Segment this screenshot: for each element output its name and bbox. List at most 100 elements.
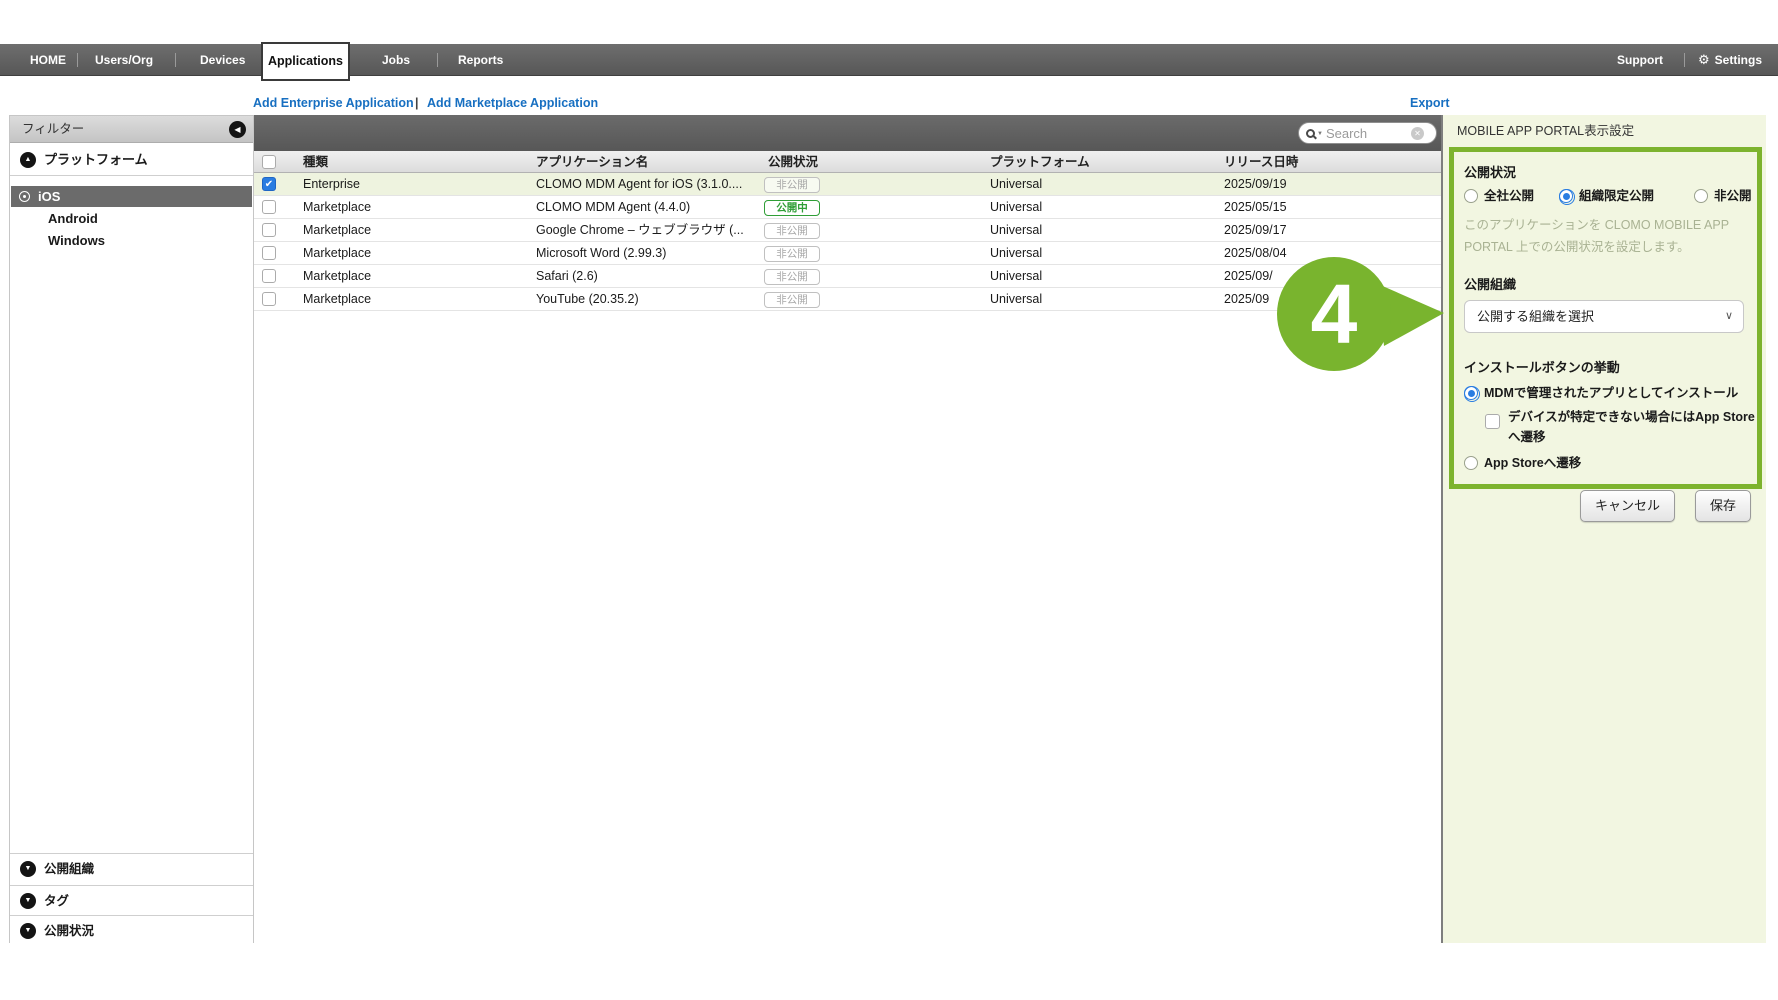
nav-tab-users-org[interactable]: Users/Org — [95, 44, 153, 76]
cancel-button[interactable]: キャンセル — [1580, 490, 1675, 522]
table-row[interactable]: Marketplace Microsoft Word (2.99.3) 非公開 … — [254, 242, 1441, 265]
radio-org-limited-label: 組織限定公開 — [1579, 189, 1654, 203]
table-row[interactable]: Marketplace YouTube (20.35.2) 非公開 Univer… — [254, 288, 1441, 311]
filter-group-published-org-label: 公開組織 — [44, 862, 94, 876]
filter-header: フィルター ◀ — [10, 116, 253, 143]
appstore-fallback-checkbox[interactable] — [1485, 414, 1500, 429]
row-checkbox[interactable] — [262, 292, 276, 306]
filter-option-windows[interactable]: Windows — [10, 230, 253, 252]
cell-app-name: Microsoft Word (2.99.3) — [536, 242, 666, 265]
filter-option-ios-selected[interactable]: iOS — [11, 186, 252, 207]
search-box[interactable]: ▼ ✕ — [1298, 122, 1437, 144]
radio-go-to-appstore[interactable]: App Storeへ遷移 — [1464, 452, 1581, 472]
filter-group-publish-status[interactable]: ▼公開状況 — [10, 915, 253, 946]
search-input[interactable] — [1326, 126, 1411, 141]
search-clear-icon[interactable]: ✕ — [1411, 127, 1424, 140]
cell-platform: Universal — [990, 196, 1042, 219]
top-navbar: HOME Users/Org Devices Applications Jobs… — [0, 44, 1778, 76]
filter-group-platform-label: プラットフォーム — [44, 152, 148, 167]
column-header-status[interactable]: 公開状況 — [768, 151, 818, 173]
nav-tab-applications-active[interactable]: Applications — [261, 42, 350, 81]
filter-group-publish-status-label: 公開状況 — [44, 924, 94, 938]
cell-app-name: Google Chrome – ウェブブラウザ (... — [536, 219, 744, 242]
cell-released: 2025/05/15 — [1224, 196, 1287, 219]
table-row[interactable]: Marketplace Google Chrome – ウェブブラウザ (...… — [254, 219, 1441, 242]
row-checkbox[interactable] — [262, 269, 276, 283]
row-checkbox[interactable] — [262, 223, 276, 237]
export-link[interactable]: Export — [1410, 96, 1450, 110]
clomo-applications-screen: HOME Users/Org Devices Applications Jobs… — [0, 0, 1778, 1000]
nav-settings-link[interactable]: ⚙Settings — [1698, 44, 1762, 76]
cell-platform: Universal — [990, 265, 1042, 288]
column-header-type[interactable]: 種類 — [303, 151, 328, 173]
radio-company-wide-label: 全社公開 — [1484, 189, 1534, 203]
org-section-label: 公開組織 — [1464, 274, 1516, 293]
search-scope-caret-icon[interactable]: ▼ — [1317, 131, 1323, 137]
radio-icon-checked — [1559, 189, 1573, 203]
nav-tab-home[interactable]: HOME — [30, 44, 66, 76]
table-row[interactable]: Marketplace Safari (2.6) 非公開 Universal 2… — [254, 265, 1441, 288]
links-divider: | — [415, 96, 419, 110]
cell-type: Marketplace — [303, 242, 371, 265]
cell-released: 2025/09 — [1224, 288, 1269, 311]
filter-option-android[interactable]: Android — [10, 208, 253, 230]
radio-icon — [1694, 189, 1708, 203]
radio-private[interactable]: 非公開 — [1694, 185, 1752, 205]
radio-private-label: 非公開 — [1714, 189, 1752, 203]
nav-support-link[interactable]: Support — [1617, 44, 1663, 76]
add-enterprise-application-link[interactable]: Add Enterprise Application — [253, 96, 414, 110]
nav-separator — [77, 53, 78, 67]
nav-tab-reports[interactable]: Reports — [458, 44, 503, 76]
radio-icon — [1464, 189, 1478, 203]
panel-title: MOBILE APP PORTAL表示設定 — [1457, 115, 1634, 147]
nav-separator — [1684, 53, 1685, 67]
cell-released: 2025/09/ — [1224, 265, 1273, 288]
radio-install-via-mdm-label: MDMで管理されたアプリとしてインストール — [1484, 386, 1738, 400]
search-icon — [1306, 129, 1315, 138]
cell-platform: Universal — [990, 288, 1042, 311]
cell-released: 2025/09/19 — [1224, 173, 1287, 196]
nav-tab-jobs[interactable]: Jobs — [382, 44, 410, 76]
row-checkbox[interactable] — [262, 246, 276, 260]
chevron-down-icon: ∨ — [1725, 301, 1733, 332]
selected-option-icon — [19, 191, 30, 202]
org-select-value: 公開する組織を選択 — [1477, 309, 1594, 324]
row-checkbox-checked[interactable]: ✔ — [262, 177, 276, 191]
visibility-help-line-1: このアプリケーションを CLOMO MOBILE APP — [1464, 214, 1729, 233]
visibility-section-label: 公開状況 — [1464, 162, 1516, 181]
status-badge: 非公開 — [764, 177, 820, 193]
status-badge: 非公開 — [764, 246, 820, 262]
cell-app-name: CLOMO MDM Agent for iOS (3.1.0.... — [536, 173, 742, 196]
status-badge: 非公開 — [764, 269, 820, 285]
filter-group-tag-label: タグ — [44, 894, 69, 908]
radio-org-limited[interactable]: 組織限定公開 — [1559, 185, 1654, 205]
mobile-app-portal-settings-panel: MOBILE APP PORTAL表示設定 公開状況 全社公開 組織限定公開 非… — [1441, 115, 1766, 943]
cell-type: Marketplace — [303, 196, 371, 219]
save-button[interactable]: 保存 — [1695, 490, 1751, 522]
row-checkbox[interactable] — [262, 200, 276, 214]
sidebar-collapse-button[interactable]: ◀ — [229, 121, 246, 138]
filter-group-tag[interactable]: ▼タグ — [10, 885, 253, 916]
add-marketplace-application-link[interactable]: Add Marketplace Application — [427, 96, 598, 110]
radio-company-wide[interactable]: 全社公開 — [1464, 185, 1534, 205]
filter-group-published-org[interactable]: ▼公開組織 — [10, 853, 253, 884]
cell-platform: Universal — [990, 173, 1042, 196]
org-select-dropdown[interactable]: 公開する組織を選択 ∨ — [1464, 300, 1744, 333]
cell-app-name: Safari (2.6) — [536, 265, 598, 288]
table-row[interactable]: ✔ Enterprise CLOMO MDM Agent for iOS (3.… — [254, 173, 1441, 196]
table-toolbar: ▼ ✕ — [254, 115, 1441, 151]
table-header-row: 種類 アプリケーション名 公開状況 プラットフォーム リリース日時 — [254, 151, 1441, 173]
select-all-checkbox[interactable] — [262, 155, 276, 169]
filter-title: フィルター — [22, 122, 84, 136]
nav-tab-devices[interactable]: Devices — [200, 44, 245, 76]
table-row[interactable]: Marketplace CLOMO MDM Agent (4.4.0) 公開中 … — [254, 196, 1441, 219]
radio-install-via-mdm[interactable]: MDMで管理されたアプリとしてインストール — [1464, 382, 1738, 402]
column-header-released[interactable]: リリース日時 — [1224, 151, 1298, 173]
cell-type: Marketplace — [303, 219, 371, 242]
cell-released: 2025/08/04 — [1224, 242, 1287, 265]
nav-separator — [437, 53, 438, 67]
column-header-platform[interactable]: プラットフォーム — [990, 151, 1090, 173]
column-header-app-name[interactable]: アプリケーション名 — [536, 151, 648, 173]
status-badge: 非公開 — [764, 292, 820, 308]
filter-group-platform[interactable]: ▲プラットフォーム — [10, 143, 253, 176]
